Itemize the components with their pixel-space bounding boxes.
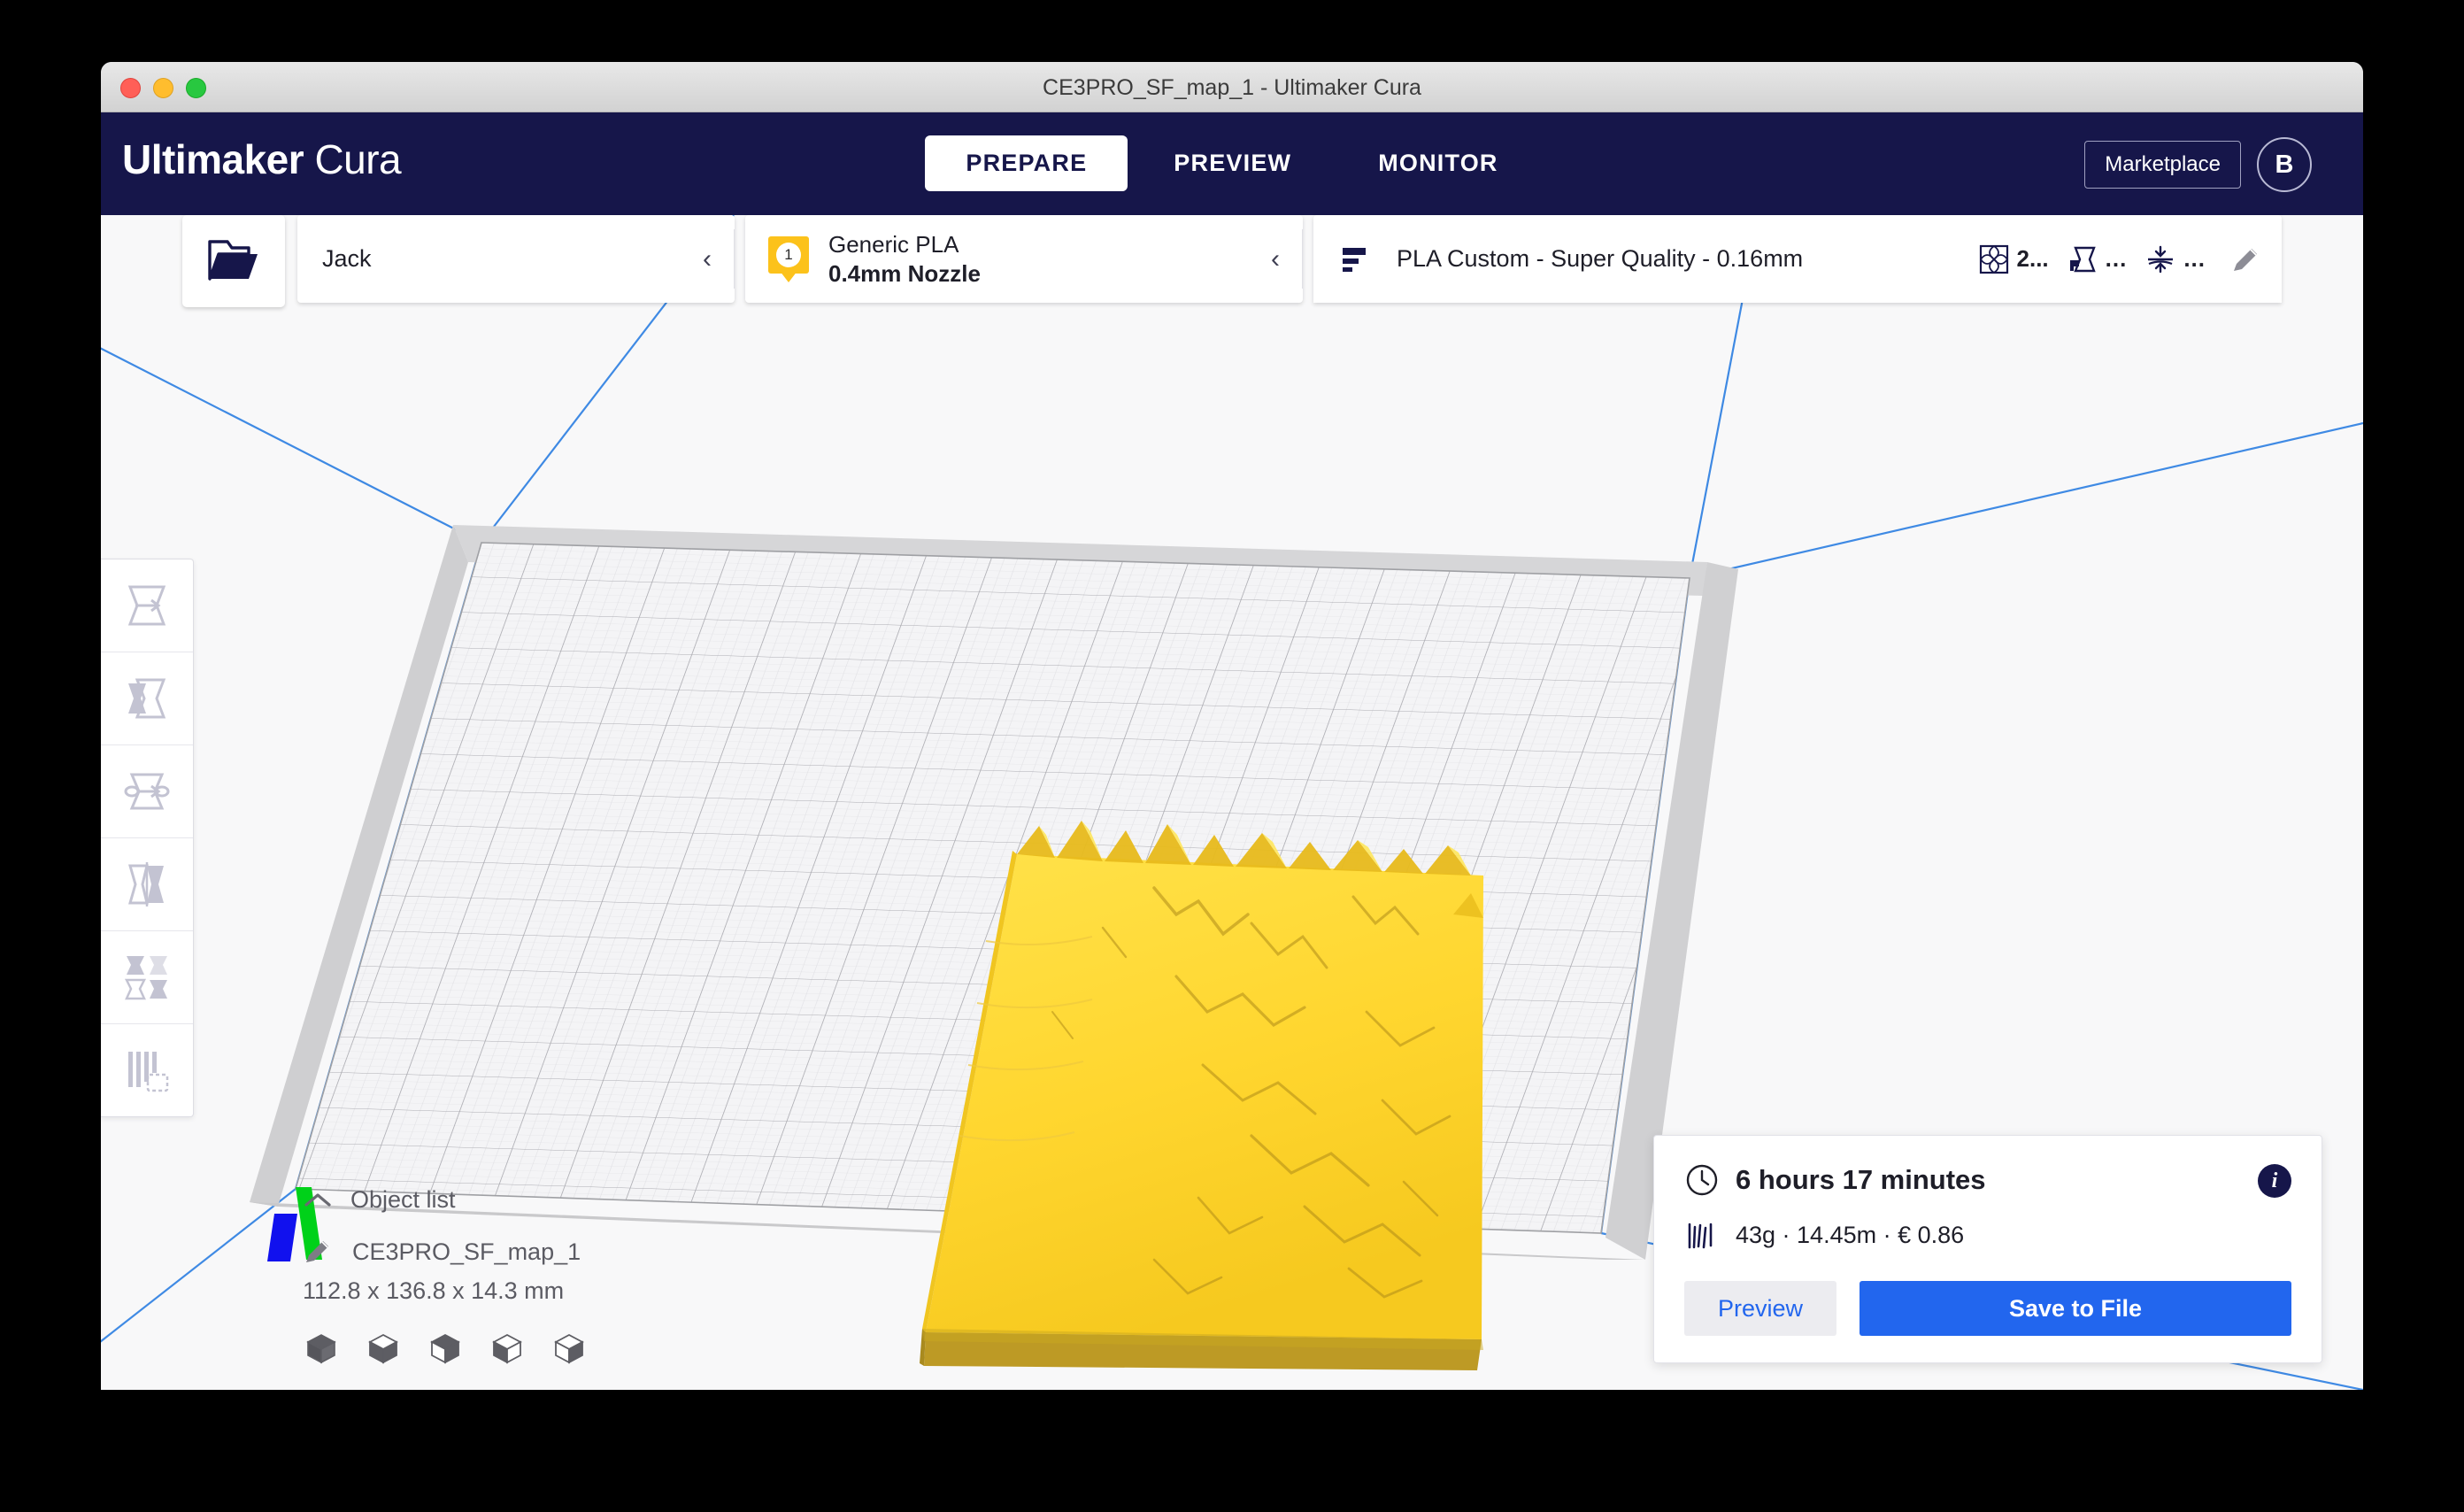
save-to-file-button[interactable]: Save to File <box>1860 1281 2291 1336</box>
scale-tool[interactable] <box>101 652 193 745</box>
support-icon <box>2067 243 2098 275</box>
3d-viewport[interactable]: Object list CE3PRO_SF_map_1 112.8 x 136.… <box>101 215 2363 1390</box>
mirror-icon <box>121 859 173 910</box>
tab-preview[interactable]: PREVIEW <box>1133 135 1332 191</box>
tab-prepare[interactable]: PREPARE <box>925 135 1128 191</box>
support-value: ... <box>2106 245 2128 273</box>
nozzle-size: 0.4mm Nozzle <box>828 259 981 289</box>
print-time-row: 6 hours 17 minutes i <box>1684 1162 2291 1198</box>
filament-icon <box>1684 1217 1720 1253</box>
preview-button[interactable]: Preview <box>1684 1281 1836 1336</box>
view-cube-top[interactable] <box>427 1330 464 1367</box>
per-model-settings-tool[interactable] <box>101 931 193 1024</box>
settings-toolbar: Jack ‹ 1 Generic PLA 0.4mm Nozzle ‹ <box>101 215 2363 314</box>
material-cost: 43g · 14.45m · € 0.86 <box>1736 1222 1964 1249</box>
chevron-left-icon: ‹ <box>703 246 712 273</box>
print-info-panel: 6 hours 17 minutes i 43g · 14.45m · € 0.… <box>1653 1135 2322 1363</box>
view-cube-iso[interactable] <box>303 1330 340 1367</box>
print-info-actions: Preview Save to File <box>1684 1281 2291 1336</box>
view-cube-right[interactable] <box>551 1330 588 1367</box>
chevron-up-icon <box>303 1191 333 1210</box>
pencil-icon <box>2230 243 2262 275</box>
stage-tabs: PREPARE PREVIEW MONITOR <box>101 135 2363 191</box>
marketplace-button[interactable]: Marketplace <box>2084 141 2241 189</box>
rotate-icon <box>121 766 173 817</box>
window-title: CE3PRO_SF_map_1 - Ultimaker Cura <box>101 75 2363 101</box>
print-profile-name: PLA Custom - Super Quality - 0.16mm <box>1397 245 1803 273</box>
avatar[interactable]: B <box>2257 137 2312 192</box>
mirror-tool[interactable] <box>101 838 193 931</box>
divider <box>1302 229 1303 289</box>
per-model-settings-icon <box>121 952 173 1003</box>
move-icon <box>121 580 173 631</box>
scale-icon <box>121 673 173 724</box>
window-title-bar: CE3PRO_SF_map_1 - Ultimaker Cura <box>101 62 2363 112</box>
edit-settings-button[interactable] <box>2230 243 2262 275</box>
printer-name: Jack <box>322 245 372 273</box>
model-CE3PRO_SF_map_1[interactable] <box>920 821 1483 1370</box>
object-name: CE3PRO_SF_map_1 <box>352 1238 581 1266</box>
tool-column <box>101 559 194 1117</box>
move-tool[interactable] <box>101 559 193 652</box>
support-summary[interactable]: ... <box>2067 243 2128 275</box>
rotate-tool[interactable] <box>101 745 193 838</box>
open-folder-icon <box>206 236 261 286</box>
brand-primary: Ultimaker <box>122 136 304 182</box>
object-list-item[interactable]: CE3PRO_SF_map_1 <box>303 1237 588 1267</box>
app-logo: Ultimaker Cura <box>122 135 401 183</box>
application-window: CE3PRO_SF_map_1 - Ultimaker Cura Ultimak… <box>101 62 2363 1390</box>
adhesion-summary[interactable]: ... <box>2144 243 2206 275</box>
divider <box>734 229 735 289</box>
infill-icon <box>1978 243 2010 275</box>
material-info: Generic PLA 0.4mm Nozzle <box>828 230 981 288</box>
brand-secondary: Cura <box>314 136 401 182</box>
printer-selector[interactable]: Jack ‹ <box>297 215 735 303</box>
axis-z <box>267 1214 297 1261</box>
pencil-icon <box>303 1237 333 1267</box>
object-list-title: Object list <box>350 1186 456 1214</box>
print-time: 6 hours 17 minutes <box>1736 1164 1986 1196</box>
infill-summary[interactable]: 2... <box>1978 243 2049 275</box>
extruder-badge-icon: 1 <box>768 236 809 282</box>
print-settings-selector[interactable]: PLA Custom - Super Quality - 0.16mm 2... <box>1313 215 2282 303</box>
support-blocker-icon <box>121 1045 173 1096</box>
adhesion-icon <box>2144 243 2176 275</box>
chevron-left-icon: ‹ <box>1271 246 1280 273</box>
object-list-panel: Object list CE3PRO_SF_map_1 112.8 x 136.… <box>303 1186 588 1367</box>
tab-monitor[interactable]: MONITOR <box>1337 135 1538 191</box>
open-file-button[interactable] <box>182 215 285 307</box>
object-list-toggle[interactable]: Object list <box>303 1186 588 1214</box>
application-header: Ultimaker Cura PREPARE PREVIEW MONITOR M… <box>101 112 2363 216</box>
material-cost-row: 43g · 14.45m · € 0.86 <box>1684 1217 2291 1253</box>
view-cube-front[interactable] <box>365 1330 402 1367</box>
material-selector[interactable]: 1 Generic PLA 0.4mm Nozzle ‹ <box>745 215 1303 303</box>
infill-value: 2... <box>2017 245 2049 273</box>
view-cube-group <box>303 1330 588 1367</box>
print-settings-summary: 2... ... ... <box>1978 243 2262 275</box>
view-cube-left[interactable] <box>489 1330 526 1367</box>
material-name: Generic PLA <box>828 230 981 259</box>
clock-icon <box>1684 1162 1720 1198</box>
support-blocker-tool[interactable] <box>101 1024 193 1116</box>
adhesion-value: ... <box>2183 245 2206 273</box>
info-icon[interactable]: i <box>2258 1164 2291 1198</box>
layer-height-icon <box>1338 243 1372 276</box>
extruder-number: 1 <box>776 243 801 267</box>
object-dimensions: 112.8 x 136.8 x 14.3 mm <box>303 1277 588 1305</box>
